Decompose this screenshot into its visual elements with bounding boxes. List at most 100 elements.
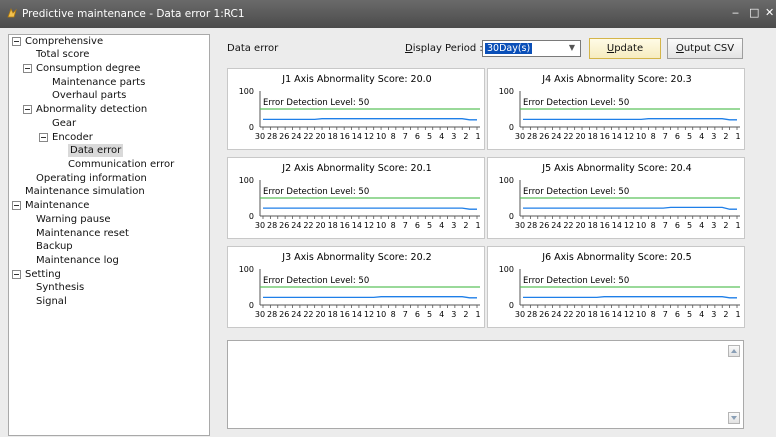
tree-item-communication-error[interactable]: Communication error bbox=[68, 158, 174, 171]
threshold-label: Error Detection Level: 50 bbox=[263, 276, 369, 286]
abnormality-chart: J3 Axis Abnormality Score: 20.2 100 0 Error… bbox=[227, 246, 485, 328]
series-line bbox=[263, 296, 477, 299]
x-tick-label: 24 bbox=[291, 310, 301, 319]
scroll-up-button[interactable] bbox=[728, 345, 740, 357]
app-icon bbox=[7, 8, 17, 18]
x-tick-label: 8 bbox=[651, 310, 656, 319]
tree-expander-icon[interactable] bbox=[23, 64, 32, 73]
x-tick-label: 6 bbox=[675, 221, 680, 230]
x-tick-label: 3 bbox=[451, 221, 456, 230]
display-period-label: Display Period : bbox=[405, 43, 483, 54]
tree-item-overhaul-parts[interactable]: Overhaul parts bbox=[52, 89, 126, 102]
x-tick-label: 30 bbox=[515, 132, 525, 141]
y-tick-label: 100 bbox=[499, 265, 514, 274]
x-tick-label: 30 bbox=[255, 132, 265, 141]
tree-item-maintenance-simulation[interactable]: Maintenance simulation bbox=[25, 185, 145, 198]
x-tick-label: 18 bbox=[328, 132, 338, 141]
x-tick-label: 2 bbox=[463, 310, 468, 319]
x-tick-label: 1 bbox=[735, 310, 740, 319]
tree-expander-icon[interactable] bbox=[12, 37, 21, 46]
x-tick-label: 18 bbox=[328, 221, 338, 230]
series-line bbox=[263, 207, 477, 210]
x-tick-label: 24 bbox=[551, 310, 561, 319]
x-tick-label: 12 bbox=[624, 310, 634, 319]
output-csv-button[interactable]: Output CSV bbox=[667, 38, 743, 59]
x-tick-label: 1 bbox=[475, 221, 480, 230]
x-tick-label: 3 bbox=[451, 310, 456, 319]
chart-svg: J5 Axis Abnormality Score: 20.4 100 0 Error… bbox=[499, 163, 741, 230]
tree-item-encoder[interactable]: Encoder bbox=[52, 131, 93, 144]
x-tick-label: 16 bbox=[340, 310, 350, 319]
x-tick-label: 28 bbox=[527, 132, 537, 141]
tree-item-total-score[interactable]: Total score bbox=[36, 48, 89, 61]
x-tick-label: 20 bbox=[575, 132, 585, 141]
x-tick-label: 14 bbox=[352, 221, 362, 230]
tree-expander-icon[interactable] bbox=[12, 201, 21, 210]
tree-item-signal[interactable]: Signal bbox=[36, 295, 67, 308]
tree-item-backup[interactable]: Backup bbox=[36, 240, 73, 253]
display-period-select[interactable]: 30Day(s) ▼ bbox=[482, 40, 581, 57]
threshold-label: Error Detection Level: 50 bbox=[523, 276, 629, 286]
x-tick-label: 4 bbox=[699, 221, 704, 230]
tree-item-consumption-degree[interactable]: Consumption degree bbox=[36, 62, 140, 75]
tree-item-maintenance-parts[interactable]: Maintenance parts bbox=[52, 76, 145, 89]
abnormality-chart: J1 Axis Abnormality Score: 20.0 100 0 Error… bbox=[227, 68, 485, 150]
x-tick-label: 22 bbox=[303, 221, 313, 230]
x-tick-label: 24 bbox=[551, 132, 561, 141]
x-tick-label: 5 bbox=[687, 310, 692, 319]
tree-item-data-error[interactable]: Data error bbox=[68, 144, 124, 157]
x-tick-label: 6 bbox=[675, 310, 680, 319]
chart-svg: J6 Axis Abnormality Score: 20.5 100 0 Error… bbox=[499, 252, 741, 319]
tree-item-maintenance[interactable]: Maintenance bbox=[25, 199, 89, 212]
chart-title: J1 Axis Abnormality Score: 20.0 bbox=[281, 74, 431, 85]
x-tick-label: 26 bbox=[279, 310, 289, 319]
x-tick-label: 14 bbox=[352, 310, 362, 319]
x-tick-label: 30 bbox=[515, 221, 525, 230]
x-tick-label: 26 bbox=[539, 132, 549, 141]
x-tick-label: 16 bbox=[600, 221, 610, 230]
navigation-tree[interactable]: Comprehensive Total score Consumption degr… bbox=[8, 34, 210, 436]
update-button[interactable]: Update bbox=[589, 38, 661, 59]
x-tick-label: 30 bbox=[515, 310, 525, 319]
x-tick-label: 12 bbox=[364, 132, 374, 141]
x-tick-label: 20 bbox=[575, 310, 585, 319]
x-tick-label: 30 bbox=[255, 221, 265, 230]
tree-expander-icon[interactable] bbox=[39, 133, 48, 142]
arrow-down-icon bbox=[731, 416, 737, 420]
y-tick-label: 0 bbox=[249, 123, 254, 132]
x-tick-label: 5 bbox=[687, 221, 692, 230]
x-tick-label: 24 bbox=[291, 221, 301, 230]
tree-item-comprehensive[interactable]: Comprehensive bbox=[25, 35, 103, 48]
x-tick-label: 4 bbox=[439, 221, 444, 230]
tree-item-operating-information[interactable]: Operating information bbox=[36, 172, 147, 185]
x-tick-label: 12 bbox=[624, 132, 634, 141]
y-tick-label: 100 bbox=[239, 176, 254, 185]
x-tick-label: 12 bbox=[364, 310, 374, 319]
x-tick-label: 22 bbox=[303, 310, 313, 319]
threshold-label: Error Detection Level: 50 bbox=[523, 187, 629, 197]
x-tick-label: 7 bbox=[403, 221, 408, 230]
maximize-button[interactable]: □ bbox=[749, 6, 759, 20]
update-button-label: pdate bbox=[614, 43, 644, 54]
x-tick-label: 22 bbox=[303, 132, 313, 141]
tree-item-maintenance-log[interactable]: Maintenance log bbox=[36, 254, 119, 267]
x-tick-label: 20 bbox=[575, 221, 585, 230]
tree-item-abnormality-detection[interactable]: Abnormality detection bbox=[36, 103, 147, 116]
chart-title: J5 Axis Abnormality Score: 20.4 bbox=[541, 163, 691, 174]
tree-item-synthesis[interactable]: Synthesis bbox=[36, 281, 84, 294]
tree-item-maintenance-reset[interactable]: Maintenance reset bbox=[36, 227, 129, 240]
y-tick-label: 100 bbox=[239, 265, 254, 274]
message-textarea[interactable] bbox=[227, 340, 744, 429]
x-tick-label: 24 bbox=[291, 132, 301, 141]
tree-expander-icon[interactable] bbox=[12, 270, 21, 279]
tree-item-gear[interactable]: Gear bbox=[52, 117, 76, 130]
scroll-down-button[interactable] bbox=[728, 412, 740, 424]
chevron-down-icon[interactable]: ▼ bbox=[569, 43, 575, 52]
close-button[interactable]: ✕ bbox=[765, 6, 774, 20]
tree-item-warning-pause[interactable]: Warning pause bbox=[36, 213, 110, 226]
tree-expander-icon[interactable] bbox=[23, 105, 32, 114]
minimize-button[interactable]: ‒ bbox=[732, 6, 739, 20]
tree-item-setting[interactable]: Setting bbox=[25, 268, 61, 281]
x-tick-label: 2 bbox=[463, 132, 468, 141]
x-tick-label: 22 bbox=[563, 221, 573, 230]
